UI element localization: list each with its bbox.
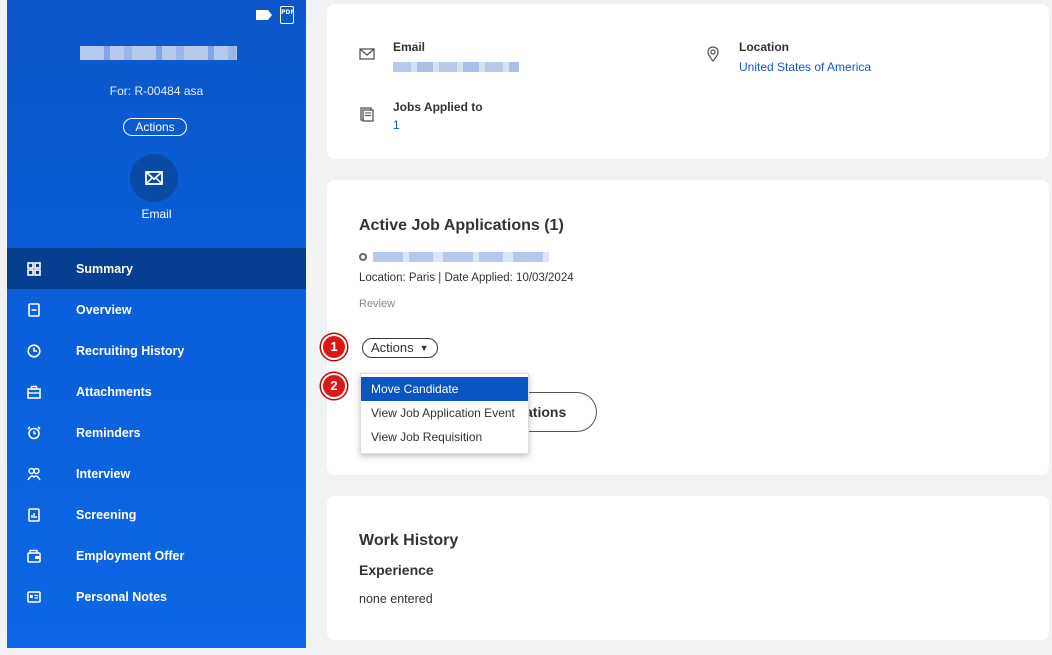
sidebar-item-label: Employment Offer xyxy=(76,548,185,563)
alarm-icon xyxy=(27,425,41,440)
clipboard-check-icon xyxy=(360,107,374,122)
sidebar-item-reminders[interactable]: Reminders xyxy=(7,412,306,453)
sidebar-item-label: Screening xyxy=(76,507,137,522)
email-label: Email xyxy=(393,40,426,54)
work-history-title: Work History xyxy=(359,532,459,549)
location-value-link[interactable]: United States of America xyxy=(739,60,871,74)
caret-down-icon: ▼ xyxy=(419,343,429,353)
envelope-icon xyxy=(359,48,375,60)
sidebar-actions-button[interactable]: Actions xyxy=(123,118,187,136)
people-icon xyxy=(27,467,41,481)
id-card-icon xyxy=(27,590,41,604)
actions-label: Actions xyxy=(371,340,414,355)
step-badge-1: 1 xyxy=(321,334,347,360)
grid-icon xyxy=(27,261,41,276)
document-icon xyxy=(27,302,41,317)
sidebar-item-employment-offer[interactable]: Employment Offer xyxy=(7,535,306,576)
sidebar-item-label: Overview xyxy=(76,302,132,317)
wallet-icon xyxy=(27,549,41,563)
section-title: Active Job Applications (1) xyxy=(359,217,564,234)
sidebar-item-attachments[interactable]: Attachments xyxy=(7,371,306,412)
sidebar-item-screening[interactable]: Screening xyxy=(7,494,306,535)
location-pin-icon xyxy=(707,46,719,62)
jobs-applied-label: Jobs Applied to xyxy=(393,100,483,114)
requisition-line: For: R-00484 asa xyxy=(109,84,204,98)
email-action-label: Email xyxy=(141,207,172,221)
sidebar: PDF For: R-00484 asa Actions Email Summa… xyxy=(7,0,306,648)
sidebar-item-recruiting-history[interactable]: Recruiting History xyxy=(7,330,306,371)
jobs-applied-count-link[interactable]: 1 xyxy=(393,118,483,132)
candidate-name-redacted xyxy=(80,46,237,60)
actions-menu: Move Candidate View Job Application Even… xyxy=(360,373,529,454)
menu-item-view-job-requisition[interactable]: View Job Requisition xyxy=(361,425,528,449)
sidebar-item-interview[interactable]: Interview xyxy=(7,453,306,494)
location-field: Location United States of America xyxy=(705,40,871,74)
pdf-icon[interactable]: PDF xyxy=(280,6,294,24)
location-label: Location xyxy=(739,40,789,54)
applications-button[interactable]: ations xyxy=(517,392,597,432)
status-dot-icon xyxy=(359,253,367,261)
sidebar-item-overview[interactable]: Overview xyxy=(7,289,306,330)
sidebar-item-label: Personal Notes xyxy=(76,589,168,604)
sidebar-nav: Summary Overview Recruiting History Atta… xyxy=(7,248,306,617)
work-history-card: Work History Experience none entered xyxy=(327,496,1049,640)
application-row xyxy=(359,252,549,262)
experience-title: Experience xyxy=(359,562,434,578)
active-applications-card: Active Job Applications (1) Location: Pa… xyxy=(327,180,1049,475)
sidebar-item-label: Summary xyxy=(76,261,133,276)
clipboard-chart-icon xyxy=(27,507,41,522)
sidebar-item-label: Interview xyxy=(76,466,131,481)
envelope-icon xyxy=(145,171,163,185)
sidebar-item-personal-notes[interactable]: Personal Notes xyxy=(7,576,306,617)
email-action-button[interactable] xyxy=(130,154,178,202)
application-meta: Location: Paris | Date Applied: 10/03/20… xyxy=(359,272,574,284)
application-actions-dropdown[interactable]: Actions ▼ xyxy=(362,338,438,358)
menu-item-move-candidate[interactable]: Move Candidate xyxy=(361,377,528,401)
job-title-redacted[interactable] xyxy=(373,252,549,262)
briefcase-icon xyxy=(27,385,41,399)
jobs-applied-field: Jobs Applied to 1 xyxy=(359,100,483,132)
menu-item-view-job-application-event[interactable]: View Job Application Event xyxy=(361,401,528,425)
experience-value: none entered xyxy=(359,592,433,606)
clock-icon xyxy=(27,343,41,358)
step-badge-2: 2 xyxy=(321,373,347,399)
email-field: Email xyxy=(359,40,519,72)
sidebar-top-icons: PDF xyxy=(256,6,294,24)
sidebar-item-label: Reminders xyxy=(76,425,141,440)
contact-card: Email Location United States of America … xyxy=(327,4,1049,159)
sidebar-item-summary[interactable]: Summary xyxy=(7,248,306,289)
sidebar-item-label: Attachments xyxy=(76,384,152,399)
email-value-redacted xyxy=(393,62,519,72)
application-status: Review xyxy=(359,298,396,310)
tag-icon[interactable] xyxy=(256,10,272,20)
sidebar-item-label: Recruiting History xyxy=(76,343,185,358)
